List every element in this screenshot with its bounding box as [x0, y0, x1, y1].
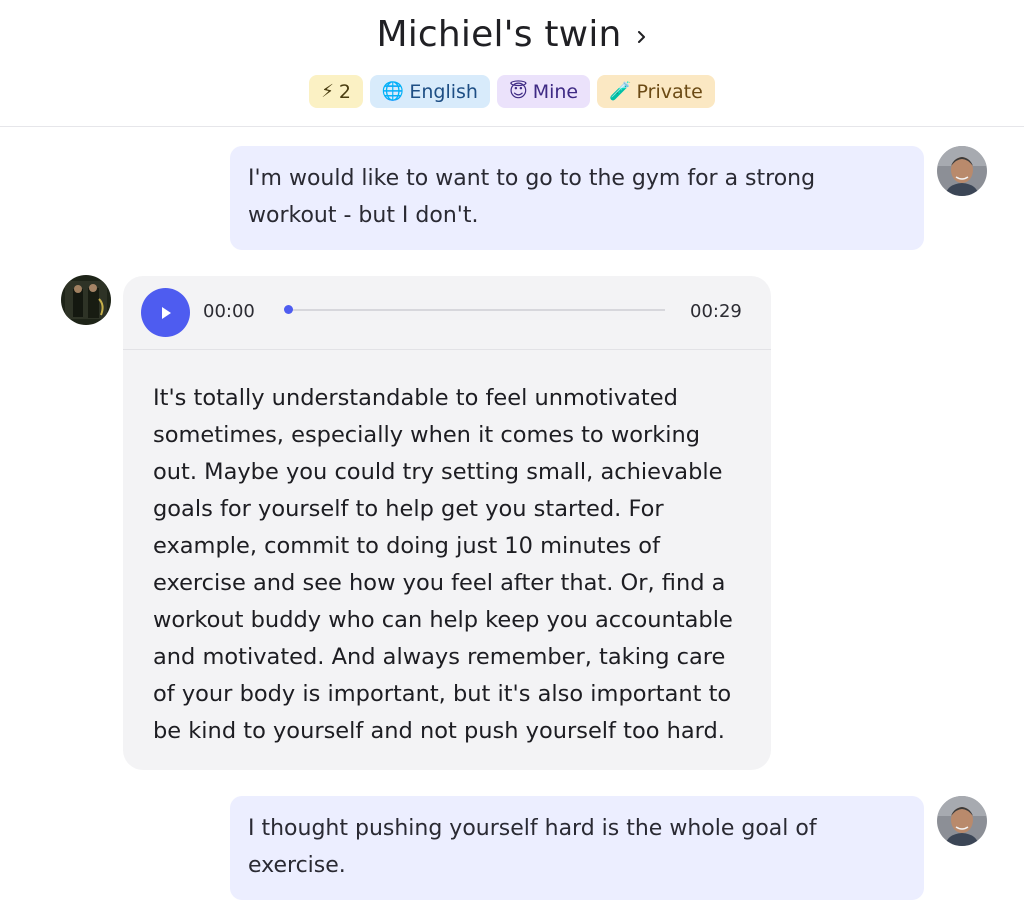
energy-count: 2 [338, 80, 351, 103]
visibility-label: Private [636, 80, 703, 103]
chevron-right-icon [637, 30, 645, 43]
user-message-text: I'm would like to want to go to the gym … [248, 166, 816, 228]
language-badge[interactable]: 🌐 English [369, 75, 490, 108]
test-tube-icon: 🧪 [609, 80, 632, 102]
audio-player: 00:00 00:29 [123, 276, 771, 350]
audio-progress-track[interactable] [287, 309, 665, 311]
badge-row: ⚡ 2 🌐 English 😇 Mine 🧪 Private [0, 75, 1024, 108]
twin-title-link[interactable]: Michiel's twin [0, 14, 1024, 55]
lightning-icon: ⚡ [321, 80, 334, 102]
page-title: Michiel's twin [376, 14, 622, 55]
user-portrait-image [937, 796, 987, 846]
twin-portrait-image [61, 275, 111, 325]
play-icon [161, 306, 171, 319]
language-label: English [409, 80, 478, 103]
user-message: I thought pushing yourself hard is the w… [230, 796, 924, 900]
angel-face-icon: 😇 [508, 80, 528, 102]
audio-duration: 00:29 [690, 301, 742, 322]
audio-current-time: 00:00 [203, 301, 255, 322]
user-message-text: I thought pushing yourself hard is the w… [248, 816, 817, 878]
energy-badge[interactable]: ⚡ 2 [309, 75, 363, 108]
ownership-label: Mine [532, 80, 579, 103]
ownership-badge[interactable]: 😇 Mine [496, 75, 591, 108]
twin-avatar[interactable] [61, 275, 111, 325]
user-avatar[interactable] [937, 146, 987, 196]
globe-icon: 🌐 [381, 80, 405, 102]
visibility-badge[interactable]: 🧪 Private [597, 75, 715, 108]
assistant-message: 00:00 00:29 It's totally understandable … [123, 276, 771, 770]
chat-header: Michiel's twin ⚡ 2 🌐 English 😇 Mine 🧪 Pr… [0, 0, 1024, 127]
play-button[interactable] [141, 288, 190, 337]
audio-progress-handle[interactable] [284, 305, 293, 314]
assistant-message-text: It's totally understandable to feel unmo… [153, 385, 733, 744]
user-message: I'm would like to want to go to the gym … [230, 146, 924, 250]
user-avatar[interactable] [937, 796, 987, 846]
user-portrait-image [937, 146, 987, 196]
